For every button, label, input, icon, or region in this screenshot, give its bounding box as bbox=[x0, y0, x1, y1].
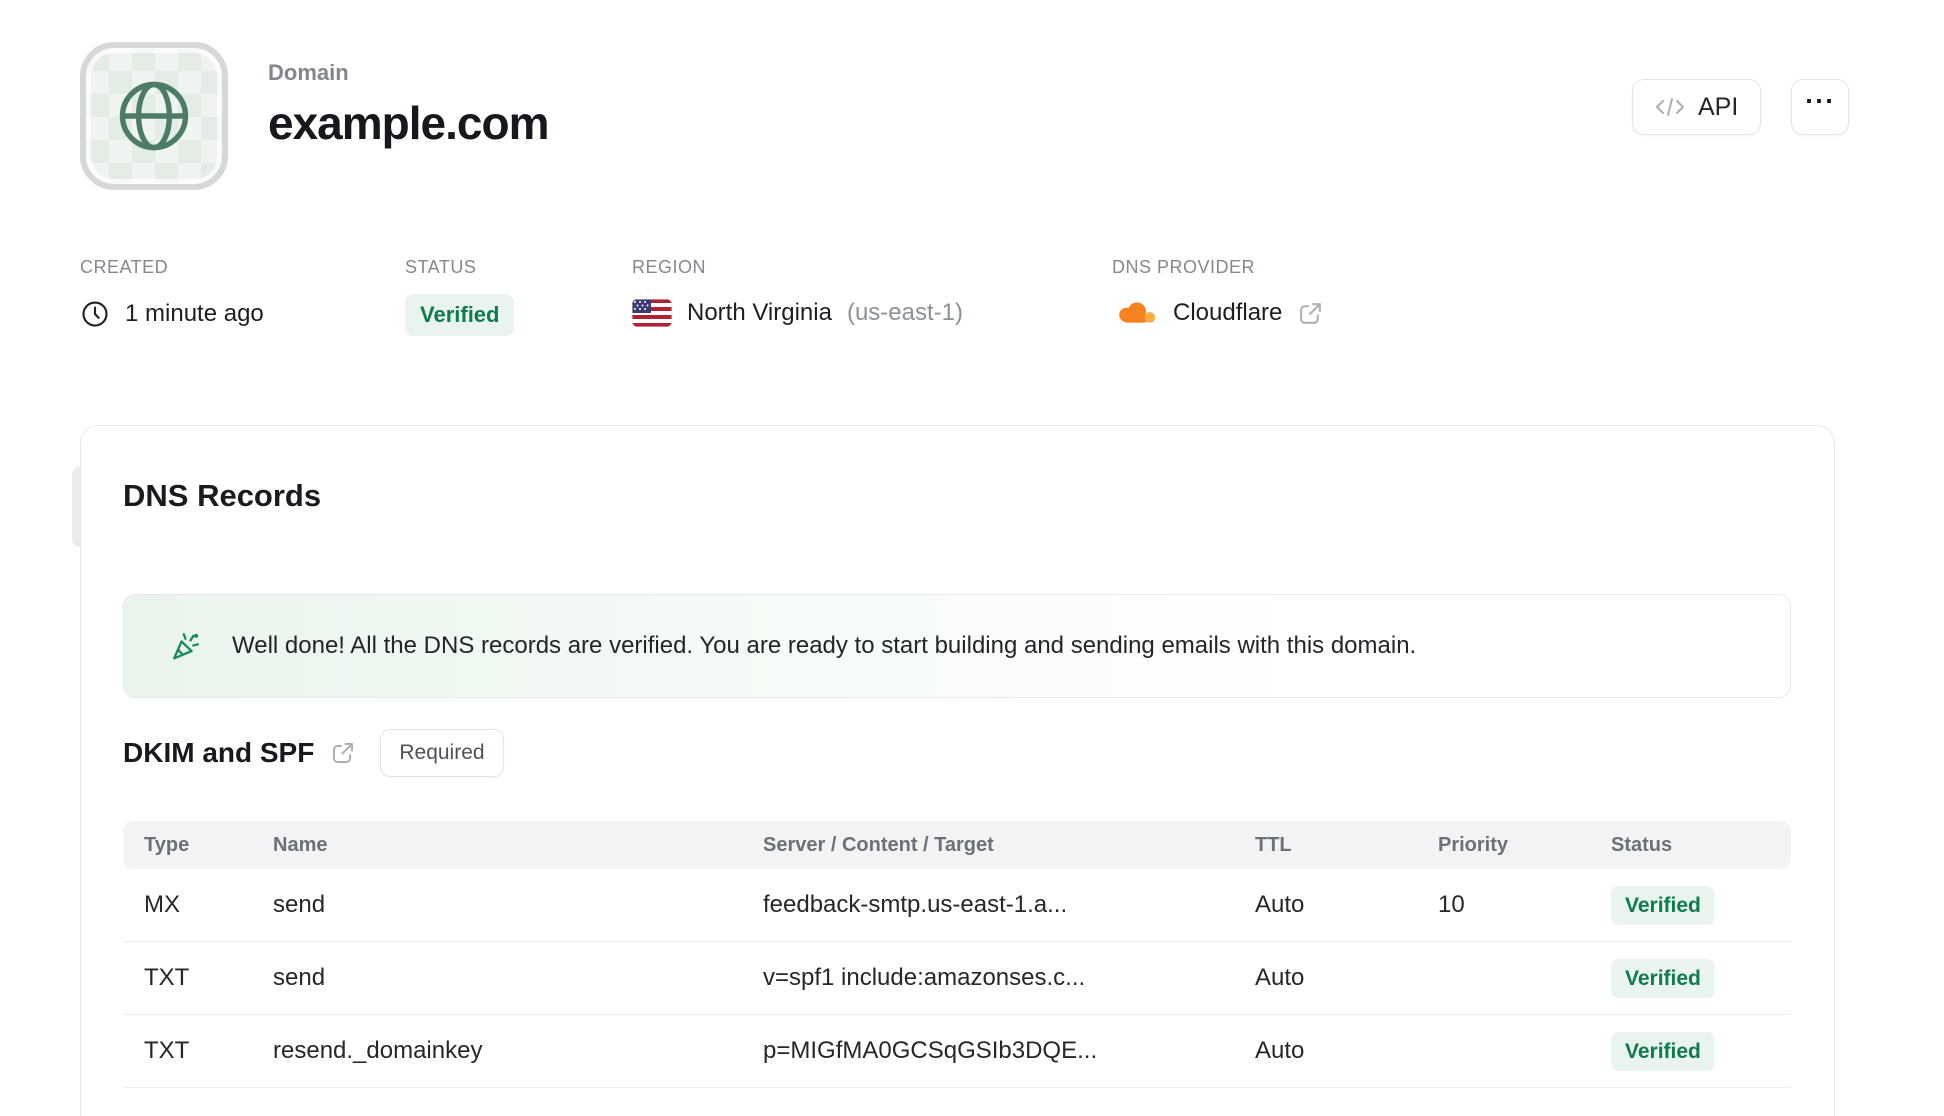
record-type: TXT bbox=[144, 964, 190, 991]
header-actions: API ··· bbox=[1632, 79, 1850, 135]
record-name: send bbox=[273, 891, 326, 918]
dns-records-table: Type Name Server / Content / Target TTL … bbox=[123, 821, 1791, 1088]
record-ttl: Auto bbox=[1255, 964, 1305, 991]
dns-records-title: DNS Records bbox=[123, 478, 322, 513]
record-content: v=spf1 include:amazonses.c... bbox=[763, 964, 1086, 991]
code-icon bbox=[1655, 98, 1685, 116]
column-header-type: Type bbox=[144, 833, 190, 856]
table-row: MX send feedback-smtp.us-east-1.a... Aut… bbox=[123, 869, 1791, 942]
record-type: MX bbox=[144, 891, 180, 918]
meta-status: STATUS Verified bbox=[405, 257, 515, 336]
status-badge: Verified bbox=[405, 294, 515, 336]
column-header-ttl: TTL bbox=[1255, 833, 1292, 856]
domain-avatar bbox=[80, 42, 228, 190]
column-header-content: Server / Content / Target bbox=[763, 833, 994, 856]
dns-provider-value: Cloudflare bbox=[1173, 299, 1283, 326]
dns-table-body: MX send feedback-smtp.us-east-1.a... Aut… bbox=[123, 869, 1791, 1088]
column-header-status: Status bbox=[1611, 833, 1673, 856]
created-label: CREATED bbox=[80, 257, 169, 277]
external-link-icon[interactable] bbox=[1297, 300, 1324, 327]
record-ttl: Auto bbox=[1255, 891, 1305, 918]
region-label: REGION bbox=[632, 257, 707, 277]
cloudflare-icon bbox=[1112, 300, 1158, 326]
table-row: TXT send v=spf1 include:amazonses.c... A… bbox=[123, 942, 1791, 1015]
column-header-priority: Priority bbox=[1438, 833, 1509, 856]
status-badge: Verified bbox=[1611, 885, 1715, 925]
meta-region: REGION North Virginia (us-east-1) bbox=[632, 257, 963, 327]
api-button-label: API bbox=[1698, 92, 1739, 121]
region-value: North Virginia bbox=[687, 299, 832, 326]
us-flag-icon bbox=[632, 299, 672, 327]
globe-icon bbox=[112, 74, 196, 158]
record-name: resend._domainkey bbox=[273, 1037, 483, 1064]
table-row: TXT resend._domainkey p=MIGfMA0GCSqGSIb3… bbox=[123, 1015, 1791, 1088]
more-options-button[interactable]: ··· bbox=[1791, 79, 1850, 135]
record-status-cell: Verified bbox=[1611, 885, 1791, 925]
page-title: example.com bbox=[268, 97, 549, 149]
dns-provider-label: DNS PROVIDER bbox=[1112, 257, 1256, 277]
success-banner: Well done! All the DNS records are verif… bbox=[123, 594, 1791, 698]
column-header-name: Name bbox=[273, 833, 328, 856]
record-ttl: Auto bbox=[1255, 1037, 1305, 1064]
record-name: send bbox=[273, 964, 326, 991]
meta-dns-provider: DNS PROVIDER Cloudflare bbox=[1112, 257, 1324, 327]
required-badge: Required bbox=[380, 729, 504, 777]
created-value: 1 minute ago bbox=[125, 300, 264, 327]
record-status-cell: Verified bbox=[1611, 1031, 1791, 1071]
domain-label: Domain bbox=[268, 60, 349, 85]
domain-detail-page: Domain example.com API ··· CREATED 1 min… bbox=[0, 0, 1944, 1116]
region-code: (us-east-1) bbox=[846, 299, 963, 326]
status-label: STATUS bbox=[405, 257, 477, 277]
dns-records-card: DNS Records Well done! All the DNS recor… bbox=[80, 425, 1835, 1116]
table-header-row: Type Name Server / Content / Target TTL … bbox=[123, 821, 1791, 869]
record-type: TXT bbox=[144, 1037, 190, 1064]
meta-created: CREATED 1 minute ago bbox=[80, 257, 264, 329]
external-link-icon[interactable] bbox=[330, 740, 356, 766]
record-content: feedback-smtp.us-east-1.a... bbox=[763, 891, 1068, 918]
dkim-spf-header: DKIM and SPF Required bbox=[123, 729, 504, 777]
status-badge: Verified bbox=[1611, 958, 1715, 998]
record-content: p=MIGfMA0GCSqGSIb3DQE... bbox=[763, 1037, 1098, 1064]
success-banner-message: Well done! All the DNS records are verif… bbox=[232, 632, 1417, 659]
record-status-cell: Verified bbox=[1611, 958, 1791, 998]
party-popper-icon bbox=[168, 628, 204, 664]
clock-icon bbox=[80, 299, 110, 329]
record-priority: 10 bbox=[1438, 891, 1465, 918]
dkim-spf-title: DKIM and SPF bbox=[123, 737, 315, 768]
page-title-block: Domain example.com bbox=[268, 60, 549, 150]
status-badge: Verified bbox=[1611, 1031, 1715, 1071]
api-button[interactable]: API bbox=[1632, 79, 1762, 135]
